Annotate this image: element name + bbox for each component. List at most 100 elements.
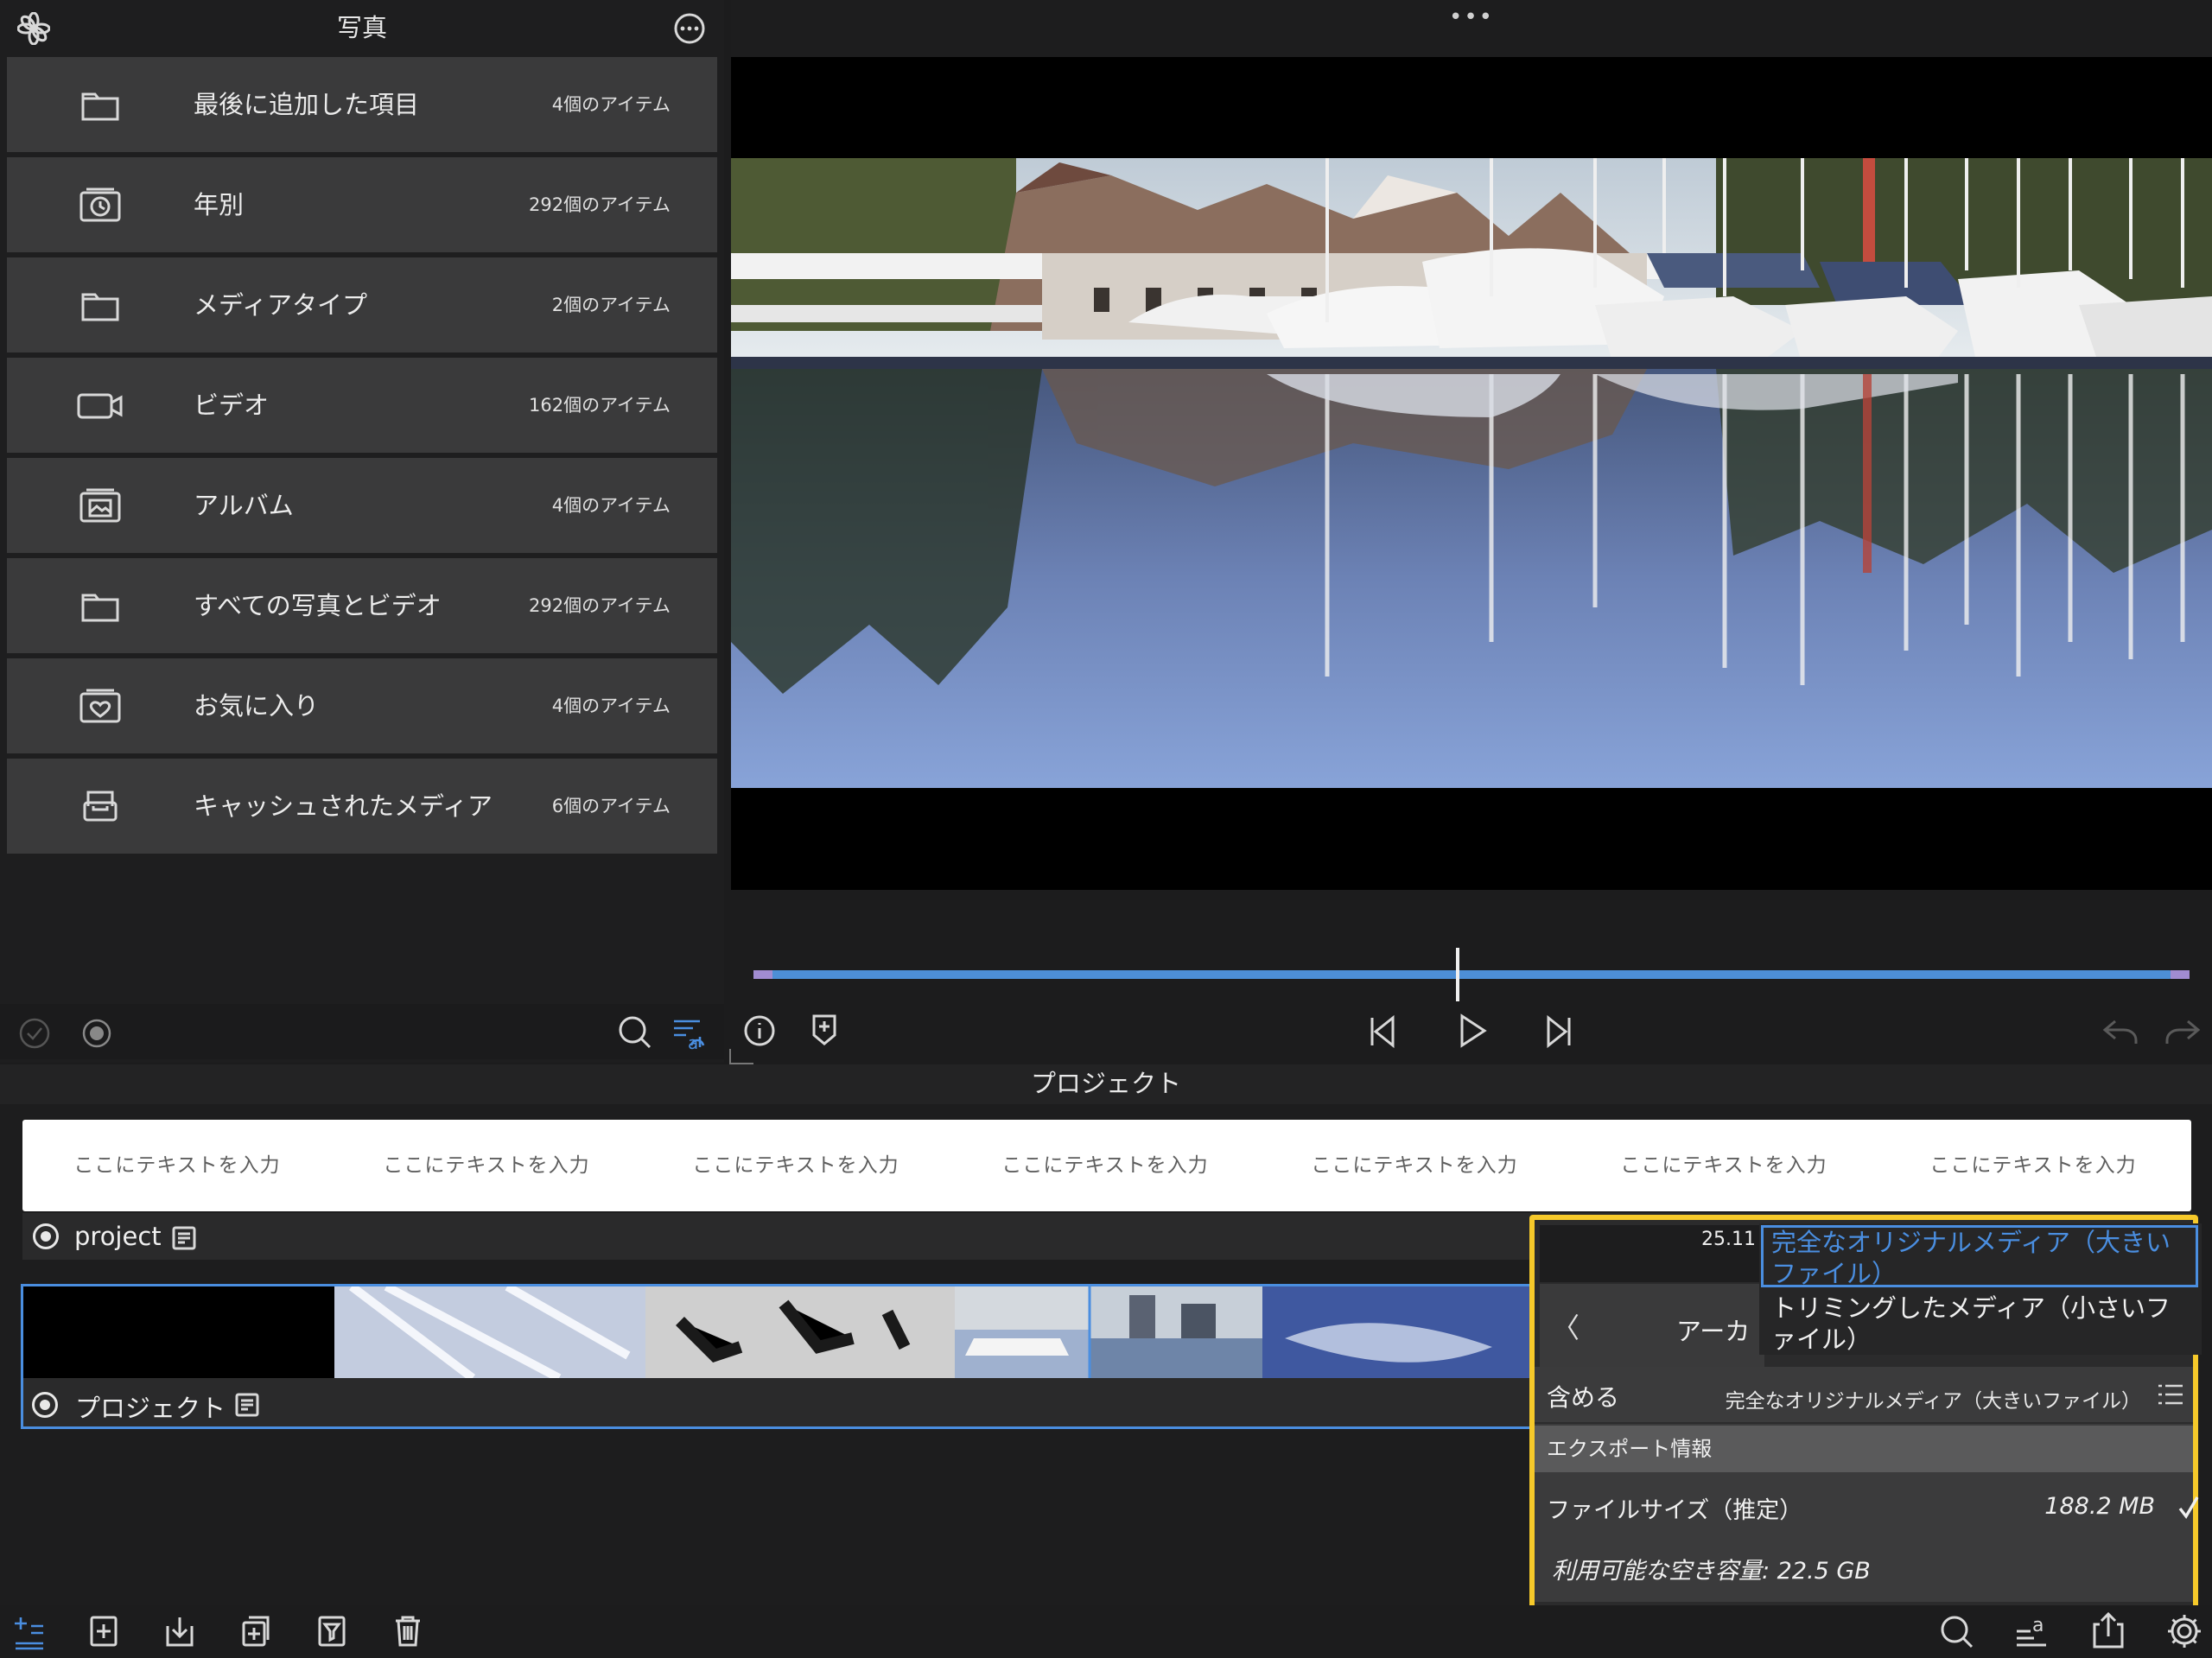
free-space-text: 利用可能な空き容量: 22.5 GB [1552,1558,1871,1585]
title-placeholder[interactable]: ここにテキストを入力 [1878,1120,2188,1211]
library-item-cached-media[interactable]: キャッシュされたメディア 6個のアイテム [7,759,717,854]
info-icon[interactable] [743,1014,776,1047]
library-item-label: アルバム [194,491,294,520]
popover-nav-bar: 〈 アーカ [1540,1284,1764,1370]
svg-text:a: a [688,1032,698,1051]
title-placeholder[interactable]: ここにテキストを入力 [1260,1120,1569,1211]
track-select-radio[interactable] [33,1223,59,1249]
archive-option-menu: 完全なオリジナルメディア（大きいファイル） トリミングしたメディア（小さいファイ… [1759,1223,2202,1355]
track-select-radio[interactable] [32,1392,58,1418]
photo-stack-icon [79,488,121,523]
library-item-count: 292個のアイテム [529,595,671,616]
library-item-recent[interactable]: 最後に追加した項目 4個のアイテム [7,57,717,152]
skip-to-start-icon[interactable] [1367,1014,1398,1049]
video-track[interactable]: プロジェクト [21,1284,1548,1429]
list-icon[interactable] [2157,1382,2184,1407]
checkmark-icon [2178,1496,2199,1520]
redo-icon[interactable] [2164,1016,2202,1047]
library-item-album[interactable]: アルバム 4個のアイテム [7,458,717,553]
marina-video-image [731,158,2212,788]
filter-icon[interactable] [316,1614,347,1648]
title-placeholder[interactable]: ここにテキストを入力 [332,1120,641,1211]
library-item-label: 年別 [194,190,245,219]
search-icon[interactable] [617,1014,653,1051]
export-info-header: エクスポート情報 [1535,1426,2193,1472]
record-circle-icon[interactable] [79,1016,114,1051]
library-item-label: 最後に追加した項目 [194,90,420,119]
library-item-video[interactable]: ビデオ 162個のアイテム [7,358,717,453]
sort-text-icon[interactable]: a [2013,1612,2051,1650]
title-placeholder[interactable]: ここにテキストを入力 [1569,1120,1878,1211]
popover-title: アーカ [1676,1317,1751,1346]
notes-icon[interactable] [171,1225,197,1251]
library-title: 写真 [336,13,387,42]
project-title: プロジェクト [1030,1069,1181,1098]
trim-end-handle[interactable] [2171,970,2190,979]
library-header: 写真 [0,0,724,55]
video-frame [731,158,2212,788]
folder-icon [81,594,119,622]
library-footer-toolbar: a [0,1004,724,1059]
library-item-all-photos-videos[interactable]: すべての写真とビデオ 292個のアイテム [7,558,717,653]
library-item-count: 4個のアイテム [551,94,671,115]
library-item-label: すべての写真とビデオ [194,591,442,620]
duplicate-icon[interactable] [240,1614,271,1648]
add-clip-icon[interactable] [88,1614,119,1648]
library-item-media-type[interactable]: メディアタイプ 2個のアイテム [7,257,717,353]
panel-resize-handle[interactable] [729,1049,753,1064]
add-marker-icon[interactable] [809,1013,840,1047]
back-button[interactable]: 〈 [1552,1306,1580,1346]
checkmark-circle-icon[interactable] [17,1016,52,1051]
trim-start-handle[interactable] [753,970,772,979]
bottom-toolbar: a [0,1605,2212,1658]
add-track-icon[interactable] [12,1614,47,1650]
skip-to-end-icon[interactable] [1543,1014,1574,1049]
library-item-count: 6個のアイテム [551,796,671,816]
settings-gear-icon[interactable] [2165,1612,2203,1650]
search-icon[interactable] [1939,1614,1975,1650]
sort-text-icon[interactable]: a [671,1014,709,1051]
timecode-readout: 25.11 [1701,1229,1756,1250]
viewer-more-button[interactable]: ••• [731,0,2212,43]
library-item-count: 292個のアイテム [529,194,671,215]
trash-icon[interactable] [392,1614,423,1648]
library-item-label: キャッシュされたメディア [194,791,493,821]
title-placeholder[interactable]: ここにテキストを入力 [22,1120,332,1211]
library-item-label: ビデオ [194,391,270,420]
library-item-favorites[interactable]: お気に入り 4個のアイテム [7,658,717,753]
title-placeholder[interactable]: ここにテキストを入力 [950,1120,1260,1211]
folder-icon [81,293,119,321]
more-options-icon[interactable] [674,13,705,44]
library-item-label: お気に入り [194,691,320,721]
library-item-by-year[interactable]: 年別 292個のアイテム [7,157,717,252]
title-track[interactable]: ここにテキストを入力 ここにテキストを入力 ここにテキストを入力 ここにテキスト… [22,1120,2191,1211]
option-full-original-media[interactable]: 完全なオリジナルメディア（大きいファイル） [1771,1227,2195,1289]
share-icon[interactable] [2091,1610,2126,1650]
undo-icon[interactable] [2101,1016,2139,1047]
play-icon[interactable] [1457,1013,1488,1049]
folder-icon [81,92,119,121]
import-icon[interactable] [164,1614,195,1648]
library-item-count: 4個のアイテム [551,696,671,716]
timeline-scrubber[interactable] [769,970,2172,979]
playhead[interactable] [1456,948,1459,1001]
filesize-value: 188.2 MB [2044,1493,2155,1520]
library-item-count: 4個のアイテム [551,495,671,516]
popover-timecode-strip: 25.11 [1540,1225,1764,1282]
heart-stack-icon [79,689,121,723]
viewer-top-bar: ••• [731,0,2212,57]
library-item-label: メディアタイプ [194,290,367,320]
title-placeholder[interactable]: ここにテキストを入力 [641,1120,950,1211]
track-name: project [74,1222,162,1251]
library-item-count: 162個のアイテム [529,395,671,416]
notes-icon[interactable] [234,1392,260,1418]
svg-text:a: a [2032,1615,2044,1636]
filesize-label: ファイルサイズ（推定） [1547,1497,1803,1524]
clock-stack-icon [79,187,121,222]
tray-icon [83,791,118,822]
video-camera-icon [77,393,123,419]
include-row[interactable]: 含める 完全なオリジナルメディア（大きいファイル） [1535,1367,2193,1422]
clip-thumbnails [23,1286,1546,1378]
include-label: 含める [1547,1383,1620,1412]
option-trimmed-media[interactable]: トリミングしたメディア（小さいファイル） [1771,1293,2195,1355]
